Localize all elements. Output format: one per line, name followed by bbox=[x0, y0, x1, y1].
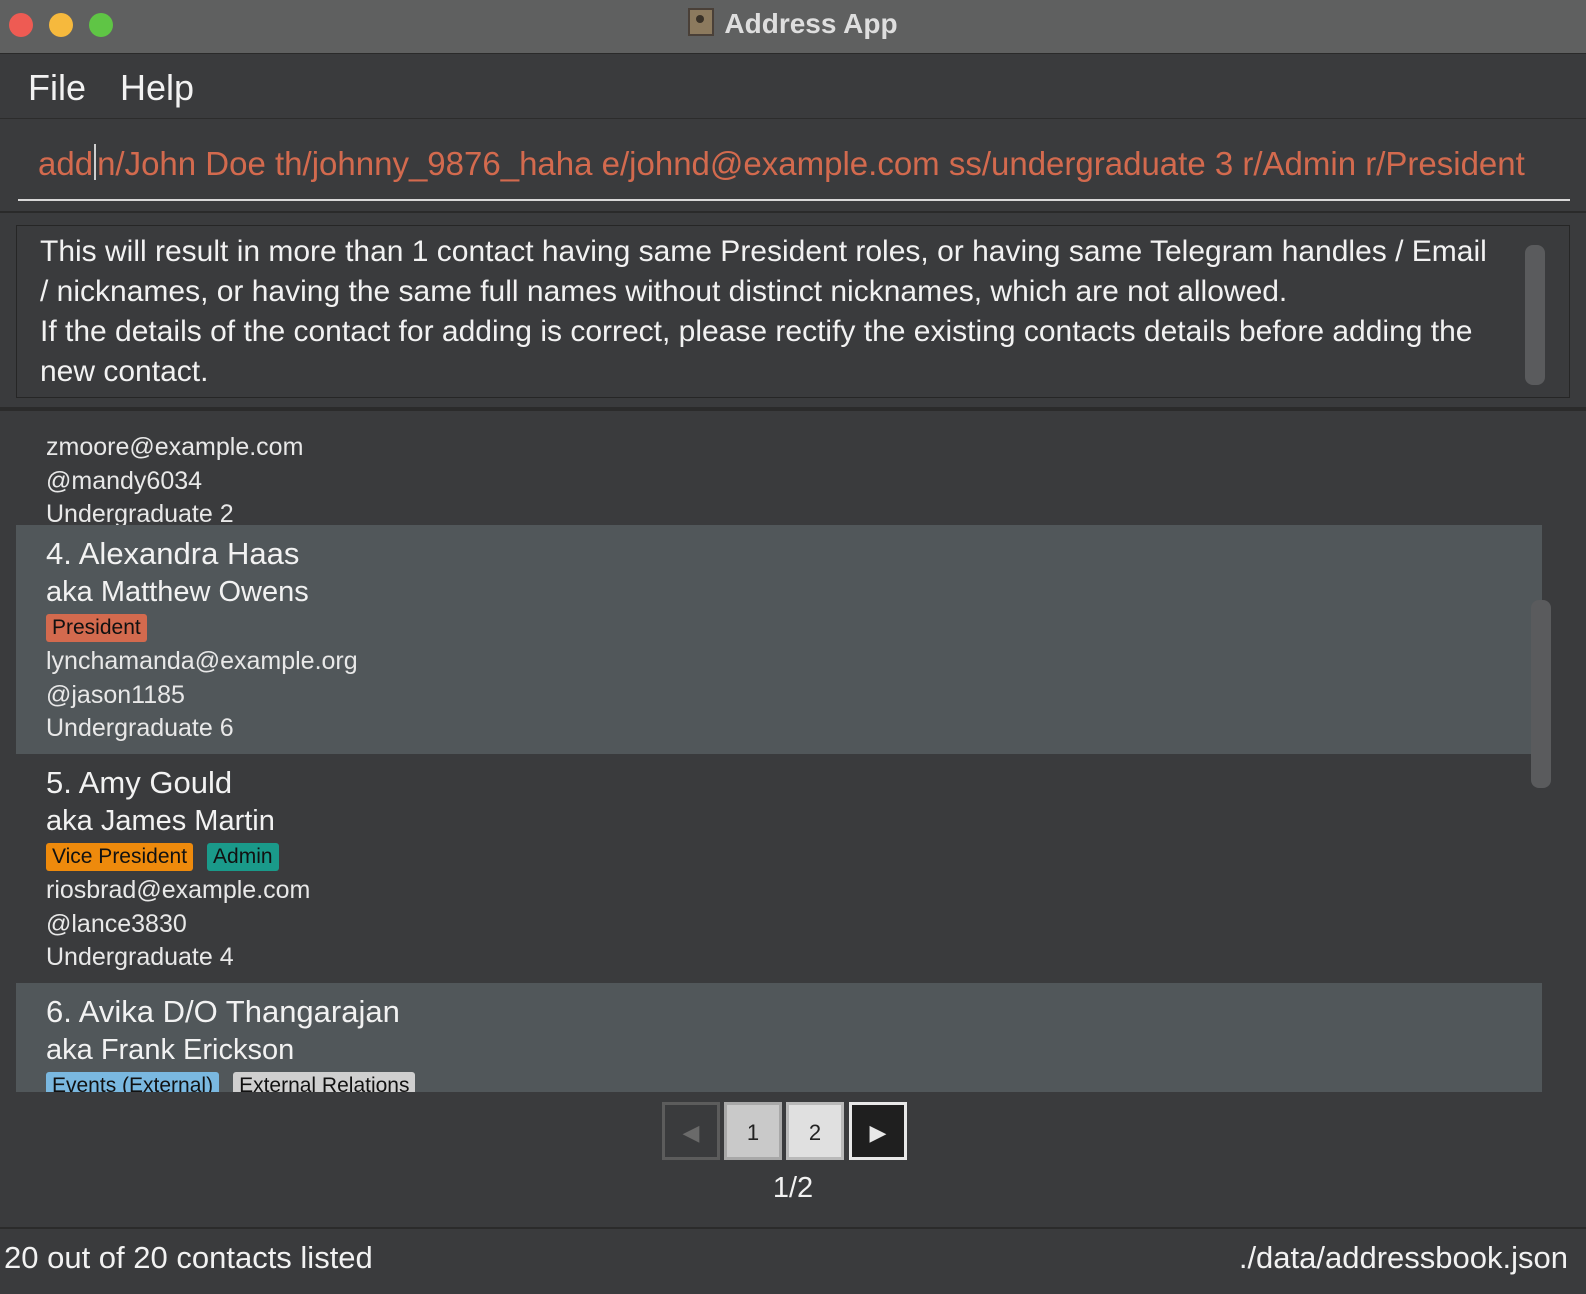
page-2-button[interactable]: 2 bbox=[786, 1102, 844, 1160]
tag-events-external: Events (External) bbox=[46, 1072, 220, 1092]
menu-file[interactable]: File bbox=[28, 67, 86, 109]
contact-card[interactable]: zmoore@example.com @mandy6034 Undergradu… bbox=[16, 431, 1542, 528]
contact-nickname: aka James Martin bbox=[46, 805, 275, 837]
command-input[interactable]: add n/John Doe th/johnny_9876_haha e/john… bbox=[18, 137, 1570, 201]
contact-tags: Events (External) External Relations bbox=[46, 1069, 1542, 1092]
contact-card[interactable]: 5. Amy Gould aka James Martin Vice Presi… bbox=[16, 754, 1542, 983]
chevron-right-icon: ▶ bbox=[869, 1120, 887, 1145]
contact-name: 5. Amy Gould bbox=[46, 765, 233, 800]
contacts-count: 20 out of 20 contacts listed bbox=[4, 1240, 373, 1275]
contact-telegram: @lance3830 bbox=[46, 909, 187, 938]
page-1-button[interactable]: 1 bbox=[724, 1102, 782, 1160]
contact-card[interactable]: 4. Alexandra Haas aka Matthew Owens Pres… bbox=[16, 525, 1542, 754]
contact-telegram: @mandy6034 bbox=[46, 466, 203, 495]
contact-status: Undergraduate 4 bbox=[46, 943, 234, 971]
chevron-left-icon: ◀ bbox=[682, 1120, 700, 1145]
divider bbox=[0, 407, 1586, 411]
contact-name: 6. Avika D/O Thangarajan bbox=[46, 994, 400, 1029]
file-path: ./data/addressbook.json bbox=[1238, 1240, 1568, 1275]
contact-email: riosbrad@example.com bbox=[46, 876, 311, 904]
contact-tags: Vice President Admin bbox=[46, 840, 1542, 874]
contact-card[interactable]: 6. Avika D/O Thangarajan aka Frank Erick… bbox=[16, 983, 1542, 1092]
status-bar: 20 out of 20 contacts listed ./data/addr… bbox=[0, 1227, 1586, 1294]
menu-help[interactable]: Help bbox=[120, 67, 194, 109]
title-bar: Address App bbox=[0, 0, 1586, 54]
contact-telegram: @jason1185 bbox=[46, 680, 185, 709]
command-text[interactable]: add n/John Doe th/johnny_9876_haha e/john… bbox=[38, 144, 1525, 183]
contact-tags: President bbox=[46, 611, 1542, 645]
result-display: This will result in more than 1 contact … bbox=[16, 225, 1570, 398]
contact-nickname: aka Matthew Owens bbox=[46, 576, 309, 608]
contact-email: lynchamanda@example.org bbox=[46, 647, 358, 675]
contact-list: zmoore@example.com @mandy6034 Undergradu… bbox=[16, 431, 1542, 1092]
previous-page-button[interactable]: ◀ bbox=[662, 1102, 720, 1160]
result-scrollbar[interactable] bbox=[1525, 245, 1545, 385]
result-line: This will result in more than 1 contact … bbox=[40, 235, 1487, 308]
window-title: Address App bbox=[0, 8, 1586, 40]
text-caret bbox=[94, 144, 97, 180]
tag-president: President bbox=[46, 614, 147, 642]
result-message: This will result in more than 1 contact … bbox=[40, 232, 1500, 392]
result-line: If the details of the contact for adding… bbox=[40, 315, 1473, 388]
contact-status: Undergraduate 6 bbox=[46, 714, 234, 742]
contact-list-scrollbar[interactable] bbox=[1531, 600, 1551, 788]
next-page-button[interactable]: ▶ bbox=[849, 1102, 907, 1160]
contact-email: zmoore@example.com bbox=[46, 433, 304, 461]
contact-nickname: aka Frank Erickson bbox=[46, 1034, 295, 1066]
tag-vice-president: Vice President bbox=[46, 843, 194, 871]
page-indicator: 1/2 bbox=[772, 1172, 814, 1204]
contact-name: 4. Alexandra Haas bbox=[46, 536, 300, 571]
command-area: add n/John Doe th/johnny_9876_haha e/john… bbox=[0, 119, 1586, 213]
tag-external-relations: External Relations bbox=[233, 1072, 416, 1092]
menu-bar: File Help bbox=[0, 54, 1586, 119]
address-book-icon bbox=[688, 8, 715, 36]
tag-admin: Admin bbox=[207, 843, 279, 871]
